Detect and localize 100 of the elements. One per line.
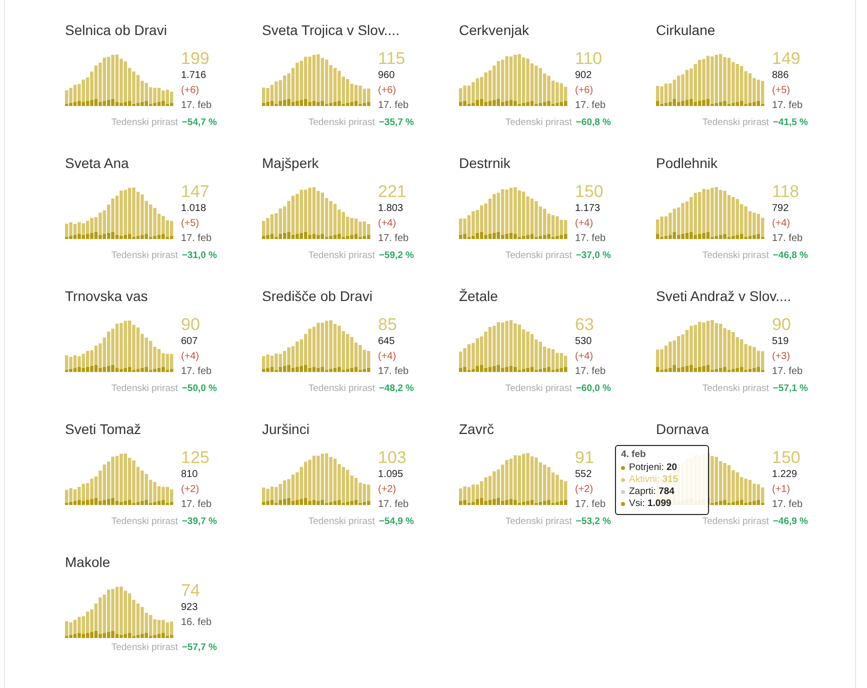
tooltip-value: Vsi: 1.099 bbox=[629, 498, 672, 510]
card-title: Makole bbox=[65, 553, 112, 572]
active-count: 85 bbox=[378, 316, 398, 334]
growth-label: Tedenski prirast bbox=[111, 516, 178, 527]
tooltip-value: Potrjeni: 20 bbox=[629, 462, 678, 474]
growth-label: Tedenski prirast bbox=[308, 117, 375, 128]
date-label: 17. feb bbox=[772, 498, 803, 512]
growth-label: Tedenski prirast bbox=[702, 117, 769, 128]
total-count: 1.716 bbox=[181, 69, 208, 83]
total-count: 1.018 bbox=[181, 202, 208, 216]
total-count: 552 bbox=[575, 468, 593, 482]
daily-change: (+4) bbox=[575, 350, 594, 364]
total-count: 1.803 bbox=[378, 202, 404, 216]
growth-value: −39,7 % bbox=[182, 516, 217, 527]
growth-label: Tedenski prirast bbox=[111, 250, 178, 261]
date-label: 17. feb bbox=[181, 99, 212, 113]
growth-label: Tedenski prirast bbox=[505, 250, 572, 261]
total-count: 519 bbox=[772, 335, 790, 349]
active-count: 103 bbox=[378, 449, 408, 467]
growth-label: Tedenski prirast bbox=[111, 383, 178, 394]
growth-label: Tedenski prirast bbox=[308, 250, 375, 261]
growth-value: −35,7 % bbox=[378, 117, 414, 128]
growth-value: −46,8 % bbox=[772, 250, 808, 261]
card-title: Sveti Tomaž bbox=[65, 420, 142, 439]
growth-label: Tedenski prirast bbox=[702, 516, 769, 527]
growth-label: Tedenski prirast bbox=[505, 516, 572, 527]
growth-value: −37,0 % bbox=[576, 250, 611, 261]
active-count: 221 bbox=[378, 183, 408, 201]
tooltip-value: Aktivni: 315 bbox=[629, 474, 678, 486]
total-count: 1.229 bbox=[772, 468, 798, 482]
active-count: 63 bbox=[575, 316, 595, 334]
growth-label: Tedenski prirast bbox=[111, 642, 178, 653]
active-count: 147 bbox=[181, 183, 210, 201]
card-title: Sveta Trojica v Slov.... bbox=[262, 21, 400, 40]
growth-value: −50,0 % bbox=[182, 383, 217, 394]
daily-change: (+4) bbox=[181, 350, 200, 364]
date-label: 17. feb bbox=[378, 232, 409, 246]
daily-change: (+6) bbox=[181, 84, 200, 98]
total-count: 530 bbox=[575, 335, 593, 349]
card-title: Sveti Andraž v Slov.... bbox=[656, 287, 792, 306]
active-count: 90 bbox=[772, 316, 792, 334]
total-count: 810 bbox=[181, 468, 199, 482]
card-title: Cirkulane bbox=[656, 21, 716, 40]
active-count: 118 bbox=[772, 183, 800, 201]
active-count: 149 bbox=[772, 50, 802, 68]
total-count: 607 bbox=[181, 335, 199, 349]
tooltip-date: 4. feb bbox=[621, 449, 647, 461]
total-count: 886 bbox=[772, 69, 790, 83]
active-count: 199 bbox=[181, 50, 210, 68]
total-count: 902 bbox=[575, 69, 593, 83]
daily-change: (+2) bbox=[575, 483, 594, 497]
active-count: 150 bbox=[575, 183, 604, 201]
date-label: 17. feb bbox=[575, 232, 606, 246]
date-label: 17. feb bbox=[378, 99, 409, 113]
growth-label: Tedenski prirast bbox=[702, 383, 769, 394]
growth-value: −53,2 % bbox=[576, 516, 611, 527]
growth-value: −46,9 % bbox=[772, 516, 808, 527]
daily-change: (+4) bbox=[772, 217, 792, 231]
active-count: 115 bbox=[378, 50, 406, 68]
growth-value: −60,0 % bbox=[576, 383, 611, 394]
card-title: Selnica ob Dravi bbox=[65, 21, 168, 40]
card-title: Sveta Ana bbox=[65, 154, 130, 173]
date-label: 17. feb bbox=[181, 498, 212, 512]
date-label: 17. feb bbox=[575, 99, 606, 113]
growth-label: Tedenski prirast bbox=[505, 117, 572, 128]
card-title: Destrnik bbox=[459, 154, 512, 173]
daily-change: (+6) bbox=[378, 84, 398, 98]
active-count: 125 bbox=[181, 449, 210, 467]
growth-value: −57,1 % bbox=[772, 383, 808, 394]
card-title: Zavrč bbox=[459, 420, 495, 439]
date-label: 16. feb bbox=[181, 616, 212, 630]
growth-label: Tedenski prirast bbox=[308, 383, 375, 394]
daily-change: (+5) bbox=[181, 217, 200, 231]
growth-label: Tedenski prirast bbox=[702, 250, 769, 261]
growth-value: −31,0 % bbox=[182, 250, 217, 261]
active-count: 74 bbox=[181, 582, 201, 600]
date-label: 17. feb bbox=[181, 365, 212, 379]
total-count: 792 bbox=[772, 202, 790, 216]
active-count: 110 bbox=[575, 50, 604, 68]
daily-change: (+3) bbox=[772, 350, 792, 364]
date-label: 17. feb bbox=[772, 232, 803, 246]
active-count: 90 bbox=[181, 316, 201, 334]
total-count: 1.173 bbox=[575, 202, 602, 216]
card-title: Dornava bbox=[656, 420, 710, 439]
daily-change: (+5) bbox=[772, 84, 792, 98]
total-count: 1.095 bbox=[378, 468, 404, 482]
growth-value: −41,5 % bbox=[772, 117, 808, 128]
card-title: Cerkvenjak bbox=[459, 21, 530, 40]
card-title: Žetale bbox=[459, 287, 499, 306]
growth-value: −59,2 % bbox=[378, 250, 414, 261]
total-count: 645 bbox=[378, 335, 396, 349]
card-title: Juršinci bbox=[262, 420, 310, 439]
daily-change: (+1) bbox=[772, 483, 792, 497]
growth-value: −54,9 % bbox=[378, 516, 414, 527]
growth-value: −57,7 % bbox=[182, 642, 217, 653]
growth-label: Tedenski prirast bbox=[505, 383, 572, 394]
daily-change: (+4) bbox=[378, 217, 398, 231]
growth-label: Tedenski prirast bbox=[308, 516, 375, 527]
total-count: 923 bbox=[181, 601, 199, 615]
growth-label: Tedenski prirast bbox=[111, 117, 178, 128]
